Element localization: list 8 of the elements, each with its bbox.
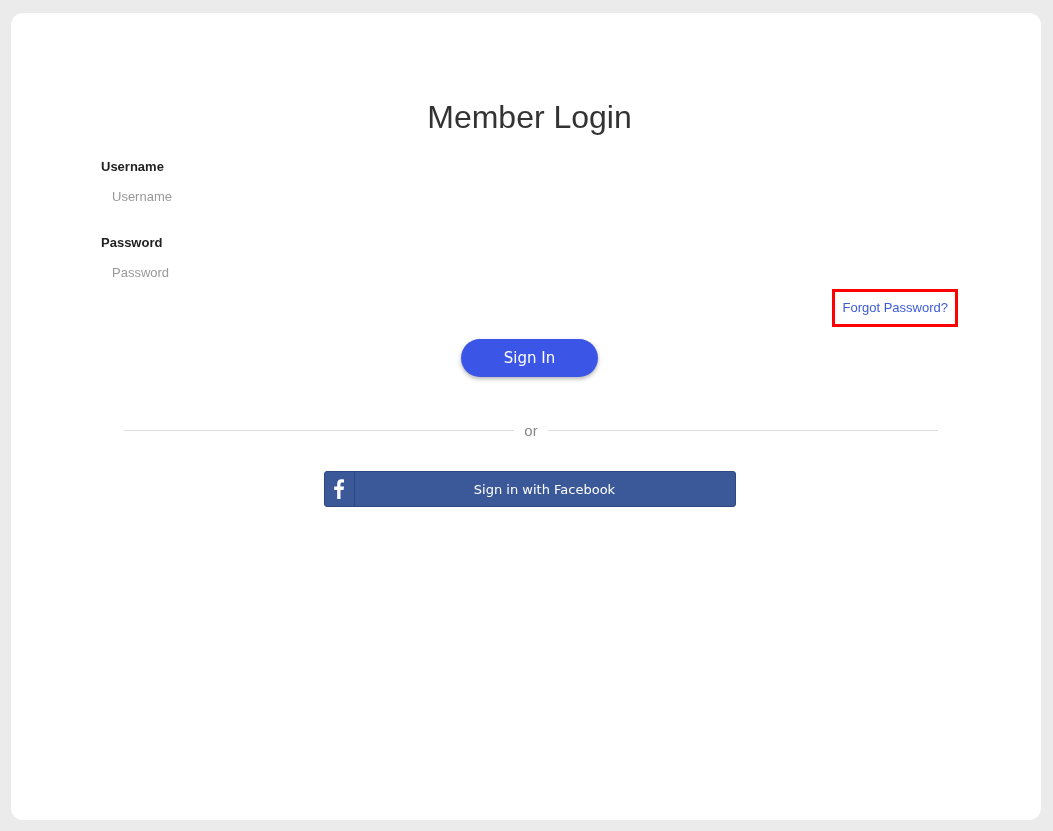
field-label: Username <box>101 159 165 175</box>
sign-in-button[interactable]: Sign In <box>461 339 598 377</box>
facebook-sign-in-button[interactable]: Sign in with Facebook <box>323 471 736 507</box>
facebook-f-icon <box>334 479 344 499</box>
forgot-password-link[interactable]: Forgot Password? <box>831 289 958 327</box>
page-title: Member Login <box>426 98 633 137</box>
field-label: Password <box>101 235 164 251</box>
divider-text: or <box>524 422 538 439</box>
